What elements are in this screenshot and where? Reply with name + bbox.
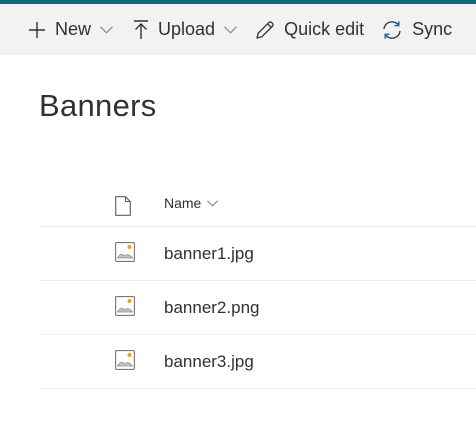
list-item[interactable]: banner3.jpg (39, 335, 476, 389)
name-column-label: Name (164, 195, 202, 211)
upload-icon (134, 19, 149, 39)
image-file-icon (115, 350, 135, 370)
image-file-icon (115, 242, 135, 262)
list-item[interactable]: banner1.jpg (39, 227, 476, 281)
file-name[interactable]: banner2.png (164, 281, 259, 334)
quick-edit-button[interactable]: Quick edit (255, 4, 364, 55)
image-file-icon (115, 296, 135, 316)
upload-button[interactable]: Upload (133, 4, 237, 55)
new-button-label: New (55, 19, 92, 39)
new-button[interactable]: New (28, 4, 113, 55)
chevron-down-icon (224, 25, 237, 34)
sync-button[interactable]: Sync (381, 4, 452, 55)
file-name[interactable]: banner3.jpg (164, 335, 254, 388)
file-name[interactable]: banner1.jpg (164, 227, 254, 280)
list-header: Name (39, 180, 476, 227)
name-column-header[interactable]: Name (164, 180, 219, 226)
page-title: Banners (39, 88, 157, 123)
sync-icon (383, 20, 401, 39)
sync-button-label: Sync (412, 19, 453, 39)
command-bar: New Upload Quick edit Sync (0, 4, 476, 55)
plus-icon (29, 21, 45, 38)
list-item[interactable]: banner2.png (39, 281, 476, 335)
quick-edit-button-label: Quick edit (284, 19, 365, 39)
upload-button-label: Upload (158, 19, 216, 39)
file-type-column-icon[interactable] (115, 196, 131, 216)
chevron-down-icon (100, 25, 113, 34)
pencil-icon (256, 20, 274, 39)
document-list: Name banner1.jpg banner2.png banner3.jpg (39, 180, 476, 389)
chevron-down-icon (207, 199, 219, 207)
